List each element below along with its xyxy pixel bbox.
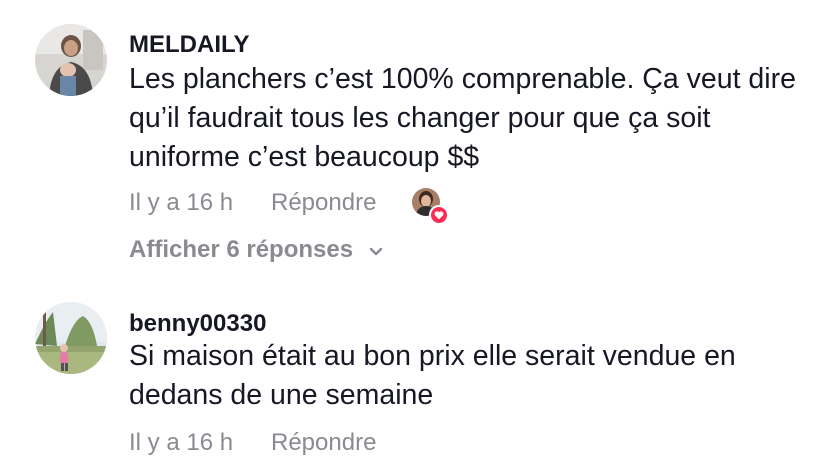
comment-text: Si maison était au bon prix elle serait … bbox=[129, 340, 736, 411]
username[interactable]: MELDAILY bbox=[129, 31, 249, 59]
timestamp: Il y a 16 h bbox=[129, 429, 234, 456]
avatar[interactable] bbox=[35, 24, 107, 96]
chevron-down-icon bbox=[368, 237, 384, 265]
heart-icon bbox=[429, 205, 449, 225]
username[interactable]: benny00330 bbox=[129, 310, 266, 338]
timestamp: Il y a 16 h bbox=[129, 189, 234, 216]
reply-button[interactable]: Répondre bbox=[271, 189, 376, 217]
comment-item: MELDAILY Les planchers c’est 100% compre… bbox=[0, 0, 824, 270]
view-replies-button[interactable]: Afficher 6 réponses bbox=[129, 236, 384, 265]
comment-item: benny00330 Si maison était au bon prix e… bbox=[0, 290, 824, 474]
reply-button[interactable]: Répondre bbox=[271, 429, 376, 457]
avatar[interactable] bbox=[35, 302, 107, 374]
creator-like-indicator bbox=[412, 188, 449, 225]
view-replies-label: Afficher 6 réponses bbox=[129, 236, 354, 263]
comment-text: Les planchers c’est 100% comprenable. Ça… bbox=[129, 63, 796, 173]
